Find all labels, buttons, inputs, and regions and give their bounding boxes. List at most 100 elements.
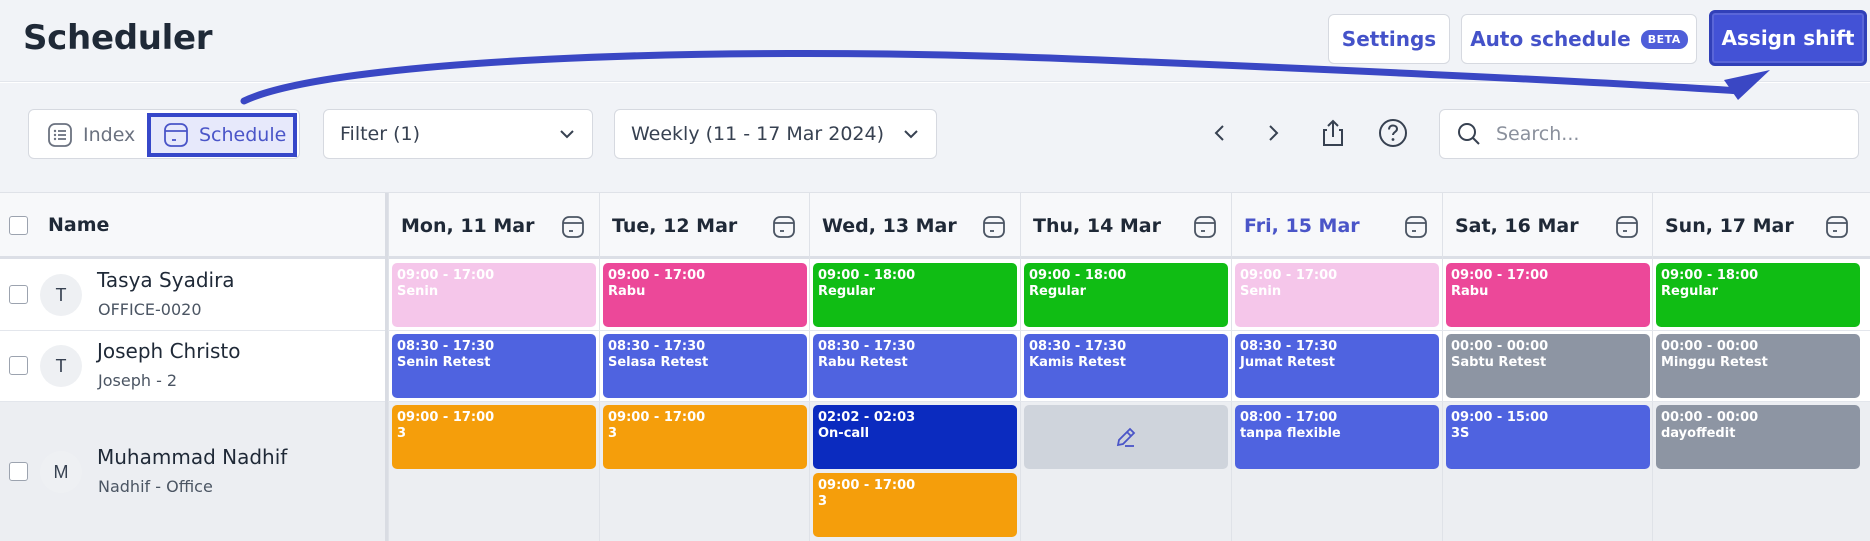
shift-time: 09:00 - 15:00 [1451,410,1549,425]
shift-card[interactable]: 09:00 - 15:00 3S [1446,405,1650,469]
shift-card[interactable]: 09:00 - 18:00 Regular [1024,263,1228,327]
filter-dropdown[interactable]: Filter (1) [323,109,593,159]
day-calendar-icon[interactable] [1825,215,1849,239]
shift-time: 00:00 - 00:00 [1661,339,1759,354]
chevron-right-icon [1269,125,1279,141]
employee-row[interactable]: T Tasya Syadira OFFICE-0020 [0,260,385,330]
help-button[interactable] [1373,113,1413,153]
shift-card[interactable]: 09:00 - 18:00 Regular [813,263,1017,327]
auto-schedule-button[interactable]: Auto schedule BETA [1461,14,1697,64]
shift-card[interactable]: 08:00 - 17:00 tanpa flexible [1235,405,1439,469]
shift-card[interactable]: 09:00 - 17:00 3 [813,473,1017,537]
day-calendar-icon[interactable] [1193,215,1217,239]
shift-card[interactable]: 00:00 - 00:00 Sabtu Retest [1446,334,1650,398]
shift-name: Regular [818,284,876,299]
chevron-down-icon [904,130,918,139]
shift-name: Rabu [608,284,646,299]
assign-shift-button[interactable]: Assign shift [1709,10,1867,66]
shift-card[interactable]: 09:00 - 17:00 3 [392,405,596,469]
shift-card[interactable]: 08:30 - 17:30 Rabu Retest [813,334,1017,398]
previous-week-button[interactable] [1200,113,1240,153]
shift-card[interactable]: 02:02 - 02:03 On-call [813,405,1017,469]
shift-card[interactable]: 09:00 - 18:00 Regular [1656,263,1860,327]
day-calendar-icon[interactable] [1404,215,1428,239]
shift-card[interactable]: 00:00 - 00:00 dayoffedit [1656,405,1860,469]
shift-card[interactable]: 08:30 - 17:30 Kamis Retest [1024,334,1228,398]
shift-time: 08:30 - 17:30 [397,339,495,354]
day-header-4: Fri, 15 Mar [1231,193,1442,259]
day-calendar-icon[interactable] [1615,215,1639,239]
avatar: T [40,345,82,387]
view-index-tab[interactable]: Index [37,116,141,154]
shift-card[interactable]: 08:30 - 17:30 Jumat Retest [1235,334,1439,398]
chevron-down-icon [560,130,574,139]
employee-checkbox[interactable] [9,285,28,304]
day-calendar-icon[interactable] [772,215,796,239]
search-box[interactable] [1439,109,1859,159]
day-header-2: Wed, 13 Mar [809,193,1020,259]
shift-name: 3 [397,426,407,441]
employee-name: Tasya Syadira [97,268,235,292]
share-icon [1323,119,1343,146]
day-header-3: Thu, 14 Mar [1020,193,1231,259]
period-dropdown[interactable]: Weekly (11 - 17 Mar 2024) [614,109,937,159]
auto-schedule-label: Auto schedule [1470,27,1631,51]
view-schedule-tab[interactable]: Schedule [147,113,297,157]
day-label: Sat, 16 Mar [1455,215,1579,237]
next-week-button[interactable] [1253,113,1293,153]
shift-time: 09:00 - 17:00 [608,410,706,425]
help-icon [1379,119,1407,147]
shift-name: Minggu Retest [1661,355,1768,370]
export-button[interactable] [1313,113,1353,153]
employee-checkbox[interactable] [9,356,28,375]
add-shift-cell[interactable] [1024,405,1228,469]
schedule-grid: Name Mon, 11 Mar Tue, 12 Mar Wed, 13 Mar Th… [0,192,1870,541]
view-schedule-label: Schedule [199,124,287,146]
employee-name: Muhammad Nadhif [97,445,288,469]
period-label: Weekly (11 - 17 Mar 2024) [631,123,885,145]
shift-time: 00:00 - 00:00 [1451,339,1549,354]
day-label: Sun, 17 Mar [1665,215,1794,237]
avatar: M [40,451,82,493]
day-header-1: Tue, 12 Mar [599,193,810,259]
shift-time: 00:00 - 00:00 [1661,410,1759,425]
pencil-icon [1116,427,1136,447]
search-input[interactable] [1496,123,1836,145]
shift-card[interactable]: 00:00 - 00:00 Minggu Retest [1656,334,1860,398]
filter-label: Filter (1) [340,123,421,145]
day-label: Thu, 14 Mar [1033,215,1161,237]
shift-name: 3 [608,426,618,441]
shift-card[interactable]: 09:00 - 17:00 3 [603,405,807,469]
shift-name: 3S [1451,426,1470,441]
shift-time: 08:30 - 17:30 [608,339,706,354]
shift-time: 08:30 - 17:30 [818,339,916,354]
shift-name: Regular [1661,284,1719,299]
beta-badge: BETA [1640,29,1688,49]
shift-card[interactable]: 09:00 - 17:00 Senin [392,263,596,327]
employee-checkbox[interactable] [9,462,28,481]
settings-button[interactable]: Settings [1328,14,1450,64]
day-header-5: Sat, 16 Mar [1442,193,1653,259]
employee-row[interactable]: T Joseph Christo Joseph - 2 [0,331,385,401]
shift-time: 09:00 - 18:00 [1029,268,1127,283]
day-label: Tue, 12 Mar [612,215,738,237]
shift-name: Rabu [1451,284,1489,299]
shift-card[interactable]: 08:30 - 17:30 Selasa Retest [603,334,807,398]
shift-time: 09:00 - 17:00 [1451,268,1549,283]
shift-name: dayoffedit [1661,426,1736,441]
shift-card[interactable]: 09:00 - 17:00 Rabu [603,263,807,327]
shift-time: 09:00 - 18:00 [1661,268,1759,283]
page-title: Scheduler [23,18,213,58]
day-calendar-icon[interactable] [561,215,585,239]
shift-time: 08:30 - 17:30 [1029,339,1127,354]
shift-time: 09:00 - 17:00 [397,268,495,283]
day-calendar-icon[interactable] [982,215,1006,239]
shift-card[interactable]: 09:00 - 17:00 Senin [1235,263,1439,327]
shift-name: tanpa flexible [1240,426,1341,441]
shift-name: Jumat Retest [1240,355,1335,370]
employee-row[interactable]: M Muhammad Nadhif Nadhif - Office [0,402,385,541]
employee-name: Joseph Christo [97,339,241,363]
shift-card[interactable]: 09:00 - 17:00 Rabu [1446,263,1650,327]
shift-card[interactable]: 08:30 - 17:30 Senin Retest [392,334,596,398]
shift-name: On-call [818,426,870,441]
